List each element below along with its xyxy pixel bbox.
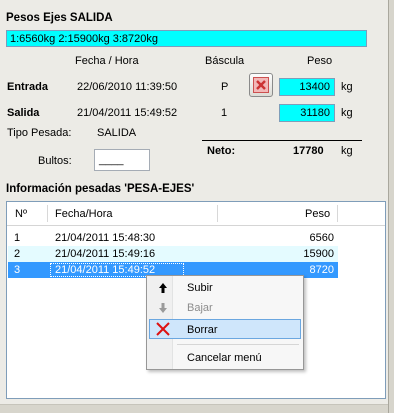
menu-item-bajar[interactable]: Bajar (149, 298, 301, 318)
salida-bascula: 1 (221, 107, 228, 119)
salida-datetime: 21/04/2011 15:49:52 (77, 107, 178, 119)
window-frame-bottom (0, 404, 388, 413)
neto-label: Neto: (207, 145, 236, 157)
row-peso: 8720 (309, 264, 334, 276)
neto-value: 17780 (293, 145, 324, 157)
row-peso: 15900 (303, 248, 334, 260)
peso-header: Peso (307, 55, 333, 67)
entrada-label: Entrada (7, 81, 48, 93)
salida-label: Salida (7, 107, 40, 119)
section-title: Pesos Ejes SALIDA (6, 12, 113, 24)
row-fecha: 21/04/2011 15:48:30 (55, 232, 156, 244)
tipo-pesada-value: SALIDA (97, 127, 137, 139)
red-x-icon (155, 321, 171, 337)
entrada-bascula: P (221, 81, 229, 93)
salida-unit: kg (341, 107, 353, 119)
neto-unit: kg (341, 145, 353, 157)
bultos-label: Bultos: (38, 155, 72, 167)
window-frame-right (388, 0, 394, 413)
entrada-unit: kg (341, 81, 353, 93)
bultos-input[interactable]: ____ (94, 149, 150, 171)
context-menu: Subir Bajar Borrar Cancelar menú (146, 275, 304, 370)
row-number: 3 (14, 264, 21, 276)
column-separator[interactable] (337, 205, 338, 222)
entrada-datetime: 22/06/2010 11:39:50 (77, 81, 178, 93)
menu-item-borrar[interactable]: Borrar (149, 319, 301, 339)
menu-item-label: Subir (187, 282, 213, 294)
row-number: 2 (14, 248, 21, 260)
menu-separator (177, 344, 299, 345)
row-peso: 6560 (309, 232, 334, 244)
menu-item-subir[interactable]: Subir (149, 278, 301, 298)
grid-header: Nº Fecha/Hora Peso (7, 202, 385, 226)
menu-item-label: Cancelar menú (187, 352, 262, 364)
arrow-down-icon (155, 300, 171, 316)
column-header-fecha[interactable]: Fecha/Hora (55, 208, 112, 220)
column-header-peso[interactable]: Peso (305, 208, 330, 220)
menu-item-cancelar[interactable]: Cancelar menú (149, 348, 301, 368)
menu-item-label: Bajar (187, 302, 213, 314)
axles-summary-field: 1:6560kg 2:15900kg 3:8720kg (6, 30, 367, 47)
table-row[interactable]: 2 21/04/2011 15:49:16 15900 (8, 246, 338, 262)
column-separator[interactable] (217, 205, 218, 222)
row-fecha: 21/04/2011 15:49:16 (55, 248, 156, 260)
bascula-header: Báscula (205, 55, 245, 67)
column-separator[interactable] (47, 205, 48, 222)
delete-entrada-button[interactable] (249, 73, 273, 97)
arrow-up-icon (155, 280, 171, 296)
grid-title: Información pesadas 'PESA-EJES' (6, 183, 195, 195)
row-fecha: 21/04/2011 15:49:52 (55, 264, 156, 276)
entrada-peso-field[interactable]: 13400 (279, 78, 335, 96)
row-number: 1 (14, 232, 21, 244)
salida-peso-field[interactable]: 31180 (279, 104, 335, 122)
fecha-hora-header: Fecha / Hora (75, 55, 139, 67)
tipo-pesada-label: Tipo Pesada: (7, 127, 72, 139)
column-header-n[interactable]: Nº (15, 208, 27, 220)
neto-divider (202, 140, 362, 141)
menu-item-label: Borrar (187, 324, 218, 336)
red-x-icon (253, 77, 269, 93)
table-row[interactable]: 1 21/04/2011 15:48:30 6560 (8, 230, 338, 246)
